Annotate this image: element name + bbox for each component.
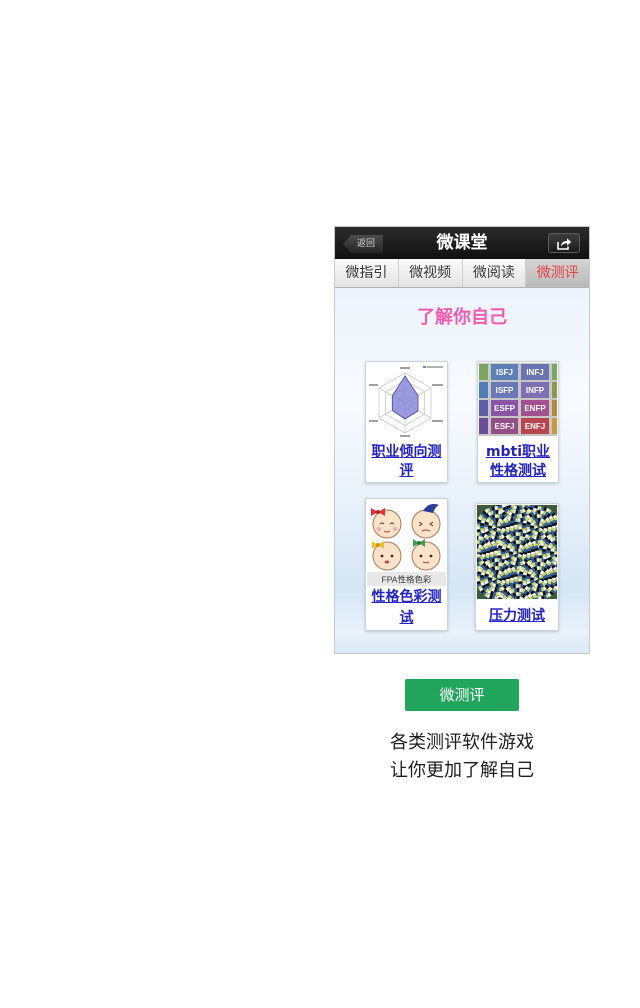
mbti-tile-label: ENFJ bbox=[525, 422, 545, 431]
caption-line: 让你更加了解自己 bbox=[390, 760, 534, 781]
card-link-career-tendency[interactable]: 职业倾向测评 bbox=[368, 443, 445, 481]
tab-assessment[interactable]: 微测评 bbox=[526, 259, 589, 287]
mbti-tile bbox=[479, 418, 488, 434]
cartoon-faces-thumbnail[interactable]: FPA性格色彩 bbox=[367, 500, 446, 586]
mbti-tile-label: ENFP bbox=[524, 404, 546, 413]
tab-video[interactable]: 微视频 bbox=[399, 259, 463, 287]
assessment-button[interactable]: 微测评 bbox=[405, 679, 519, 711]
description-caption: 各类测评软件游戏 让你更加了解自己 bbox=[334, 729, 590, 785]
card-link-mbti[interactable]: mbti职业性格测试 bbox=[480, 443, 556, 481]
tab-guide[interactable]: 微指引 bbox=[335, 259, 399, 287]
mbti-tile bbox=[479, 382, 488, 398]
share-button[interactable] bbox=[548, 233, 580, 253]
card-link-stress[interactable]: 压力测试 bbox=[478, 606, 556, 626]
mbti-tile-label: ISFJ bbox=[496, 368, 513, 377]
mbti-thumbnail[interactable]: ISFJ INFJ ISFP INFP ESFP ENFP ESFJ ENFJ bbox=[479, 363, 557, 436]
cartoon-face-yellow bbox=[372, 541, 402, 571]
mbti-tile-label: ESFP bbox=[494, 404, 516, 413]
mbti-tile bbox=[479, 400, 488, 416]
mbti-test-card[interactable]: ISFJ INFJ ISFP INFP ESFP ENFP ESFJ ENFJ … bbox=[477, 361, 559, 483]
mbti-tile-label: ESFJ bbox=[494, 422, 514, 431]
mbti-tile bbox=[552, 364, 557, 380]
mbti-tile bbox=[552, 400, 557, 416]
radar-legend bbox=[423, 366, 443, 368]
tab-bar: 微指引 微视频 微阅读 微测评 bbox=[335, 259, 589, 288]
stress-test-card[interactable]: 压力测试 bbox=[475, 503, 559, 631]
mbti-tile-label: INFJ bbox=[526, 368, 543, 377]
mbti-tile bbox=[552, 382, 557, 398]
career-tendency-test-card[interactable]: 职业倾向测评 bbox=[365, 361, 448, 483]
image-caption: FPA性格色彩 bbox=[382, 575, 432, 585]
mbti-tile bbox=[552, 418, 557, 434]
top-bar: 返回 微课堂 bbox=[335, 227, 589, 259]
share-icon bbox=[557, 237, 572, 250]
radar-chart-thumbnail[interactable] bbox=[367, 363, 446, 438]
card-link-personality-color[interactable]: 性格色彩测试 bbox=[368, 587, 445, 629]
content-area: 了解你自己 职业倾向测评 ISFJ INFJ ISFP INFP ESFP EN… bbox=[335, 288, 589, 653]
tab-reading[interactable]: 微阅读 bbox=[463, 259, 527, 287]
mbti-tile bbox=[479, 364, 488, 380]
phone-screenshot: 返回 微课堂 微指引 微视频 微阅读 微测评 了解你自己 职业倾向测评 ISFJ… bbox=[334, 226, 590, 654]
mbti-tile-label: ISFP bbox=[496, 386, 514, 395]
caption-line: 各类测评软件游戏 bbox=[390, 732, 534, 753]
personality-color-test-card[interactable]: FPA性格色彩 性格色彩测试 bbox=[365, 498, 448, 631]
optical-illusion-thumbnail[interactable] bbox=[477, 505, 557, 599]
mbti-tile-label: INFP bbox=[526, 386, 545, 395]
content-title: 了解你自己 bbox=[417, 307, 507, 328]
